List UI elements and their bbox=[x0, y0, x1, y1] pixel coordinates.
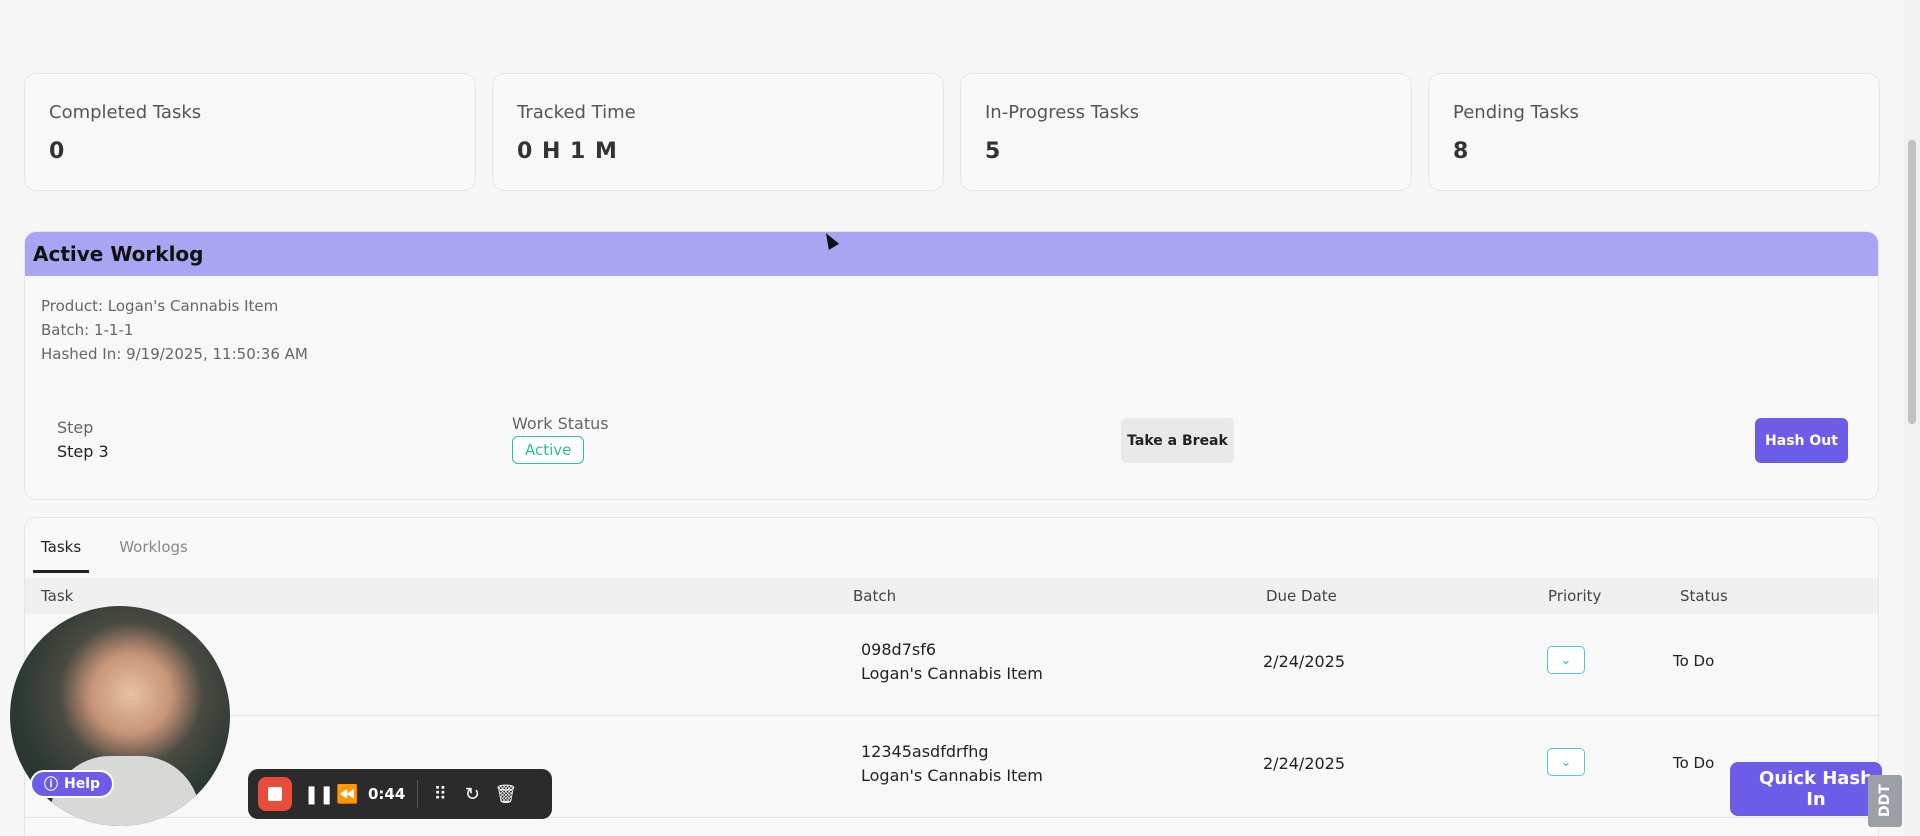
column-header-priority[interactable]: Priority bbox=[1548, 587, 1601, 605]
stat-value: 0 bbox=[49, 139, 66, 164]
batch-product: Logan's Cannabis Item bbox=[861, 766, 1043, 785]
hash-out-button[interactable]: Hash Out bbox=[1755, 418, 1848, 463]
help-button[interactable]: ⓘ Help bbox=[30, 770, 115, 798]
batch-id: 12345asdfdrfhg bbox=[861, 742, 989, 761]
worklog-product: Product: Logan's Cannabis Item bbox=[41, 297, 279, 315]
stat-card-tracked-time: Tracked Time 0 H 1 M bbox=[492, 73, 944, 191]
worklog-hashed-in: Hashed In: 9/19/2025, 11:50:36 AM bbox=[41, 345, 308, 363]
table-row[interactable]: 098d7sf6 Logan's Cannabis Item 2/24/2025… bbox=[25, 614, 1878, 716]
priority-dropdown[interactable]: ⌄ bbox=[1547, 646, 1585, 674]
chevron-down-icon: ⌄ bbox=[1560, 652, 1572, 668]
status-cell: To Do bbox=[1673, 652, 1715, 670]
worklog-meta: Product: Logan's Cannabis Item Batch: 1-… bbox=[41, 294, 308, 366]
scrollbar-thumb[interactable] bbox=[1908, 140, 1916, 424]
ddt-logo: DDT bbox=[1868, 775, 1902, 827]
worklog-batch: Batch: 1-1-1 bbox=[41, 321, 134, 339]
status-cell: To Do bbox=[1673, 754, 1715, 772]
toolbar-divider bbox=[417, 780, 419, 808]
stat-card-completed: Completed Tasks 0 bbox=[24, 73, 476, 191]
take-break-button[interactable]: Take a Break bbox=[1121, 418, 1234, 463]
tabs: Tasks Worklogs bbox=[33, 538, 196, 573]
page-scrollbar[interactable] bbox=[1904, 0, 1920, 836]
column-header-batch[interactable]: Batch bbox=[853, 587, 896, 605]
column-header-due-date[interactable]: Due Date bbox=[1266, 587, 1337, 605]
quick-hash-in-button[interactable]: Quick Hash In bbox=[1730, 762, 1882, 816]
stop-recording-button[interactable] bbox=[258, 777, 292, 811]
help-icon: ⓘ bbox=[44, 777, 58, 793]
tab-worklogs[interactable]: Worklogs bbox=[111, 538, 196, 573]
batch-id: 098d7sf6 bbox=[861, 640, 937, 659]
stat-label: Completed Tasks bbox=[49, 102, 202, 123]
stat-card-in-progress: In-Progress Tasks 5 bbox=[960, 73, 1412, 191]
work-status-label: Work Status bbox=[512, 414, 609, 433]
rewind-icon[interactable]: ⏪ bbox=[336, 784, 358, 805]
due-date-cell: 2/24/2025 bbox=[1263, 754, 1346, 773]
worklog-header: Active Worklog bbox=[25, 232, 1878, 276]
recording-toolbar: ❚❚ ⏪ 0:44 ⠿ ↻ 🗑 bbox=[248, 769, 552, 819]
work-status-badge: Active bbox=[512, 436, 585, 464]
stat-card-pending: Pending Tasks 8 bbox=[1428, 73, 1880, 191]
table-header: Task Batch Due Date Priority Status bbox=[25, 578, 1878, 614]
stat-value: 0 H 1 M bbox=[517, 139, 618, 164]
step-label: Step bbox=[57, 418, 94, 437]
chevron-down-icon: ⌄ bbox=[1560, 754, 1572, 770]
due-date-cell: 2/24/2025 bbox=[1263, 652, 1346, 671]
column-header-task[interactable]: Task bbox=[41, 587, 73, 605]
step-value: Step 3 bbox=[57, 442, 109, 461]
restart-icon[interactable]: ↻ bbox=[462, 784, 482, 805]
help-label: Help bbox=[64, 776, 101, 792]
batch-cell: 098d7sf6 Logan's Cannabis Item bbox=[861, 638, 1043, 686]
batch-product: Logan's Cannabis Item bbox=[861, 664, 1043, 683]
stat-value: 5 bbox=[985, 139, 1002, 164]
worklog-title: Active Worklog bbox=[33, 242, 204, 266]
tab-tasks[interactable]: Tasks bbox=[33, 538, 90, 573]
stat-label: In-Progress Tasks bbox=[985, 102, 1139, 123]
batch-cell: 12345asdfdrfhg Logan's Cannabis Item bbox=[861, 740, 1043, 788]
stop-icon bbox=[268, 787, 282, 801]
grid-icon[interactable]: ⠿ bbox=[430, 784, 450, 805]
priority-dropdown[interactable]: ⌄ bbox=[1547, 748, 1585, 776]
stat-label: Tracked Time bbox=[517, 102, 636, 123]
stat-value: 8 bbox=[1453, 139, 1470, 164]
active-worklog-panel: Active Worklog Product: Logan's Cannabis… bbox=[24, 231, 1879, 500]
recording-timer: 0:44 bbox=[368, 785, 406, 803]
pause-icon[interactable]: ❚❚ bbox=[304, 784, 334, 805]
trash-icon[interactable]: 🗑 bbox=[494, 784, 517, 805]
column-header-status[interactable]: Status bbox=[1680, 587, 1728, 605]
stat-label: Pending Tasks bbox=[1453, 102, 1579, 123]
